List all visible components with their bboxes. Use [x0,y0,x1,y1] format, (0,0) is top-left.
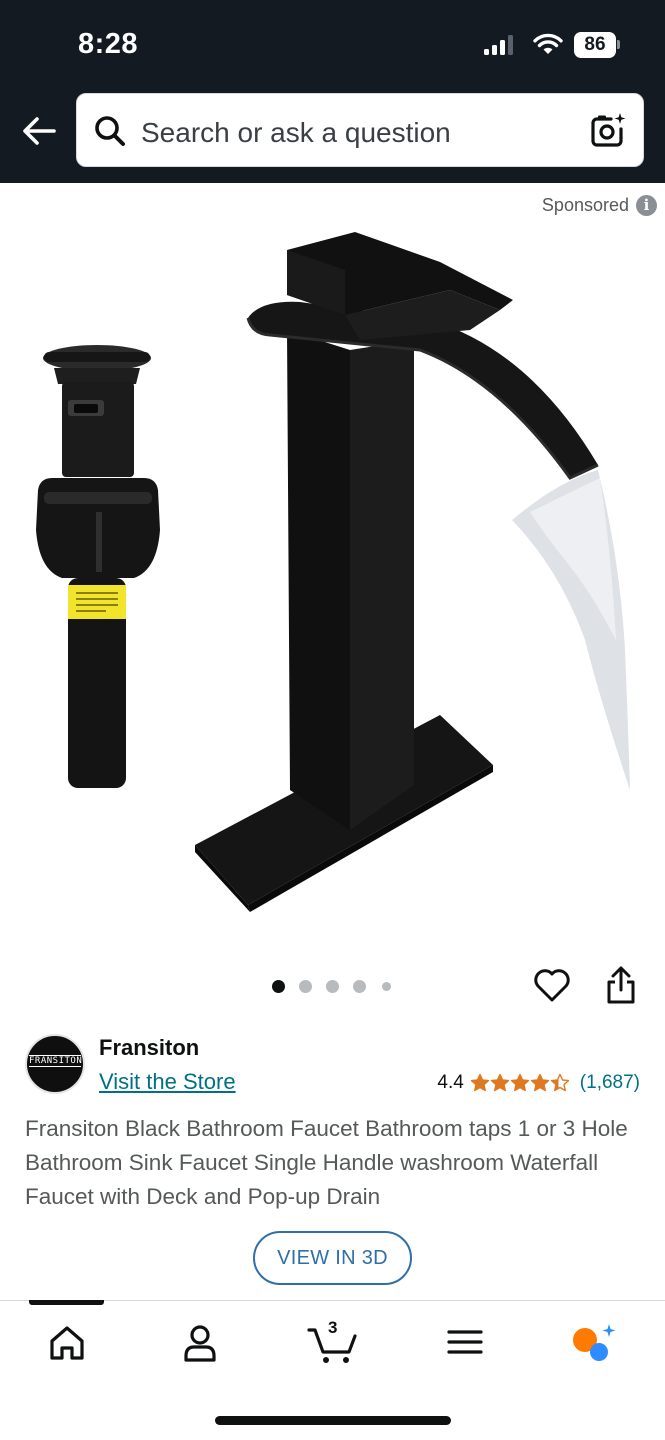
water-stream-image [512,470,630,790]
product-title: Fransiton Black Bathroom Faucet Bathroom… [25,1116,628,1209]
star-icon [550,1073,569,1092]
product-page: 8:28 86 Search or ask a question Sponsor… [0,0,665,1440]
carousel-dot[interactable] [326,980,339,993]
account-icon[interactable] [170,1318,230,1366]
info-icon[interactable]: i [636,195,657,216]
star-icon [530,1073,549,1092]
product-image[interactable] [0,215,665,950]
heart-icon[interactable] [532,966,572,1004]
active-tab-indicator [29,1300,104,1305]
home-indicator [215,1416,451,1425]
rating-value: 4.4 [437,1072,464,1093]
image-carousel-dots [270,978,400,994]
battery-tip [617,40,620,49]
visit-store-link[interactable]: Visit the Store [99,1069,236,1095]
carousel-dot[interactable] [272,980,285,993]
faucet-image [195,232,599,912]
battery-icon: 86 [574,32,616,58]
home-icon[interactable] [37,1318,97,1366]
status-icons: 86 [482,30,622,60]
rating-summary[interactable]: 4.4 (1,687) [437,1072,640,1094]
star-icon [510,1073,529,1092]
search-icon [95,116,125,146]
rufus-icon[interactable] [567,1318,627,1366]
menu-icon[interactable] [435,1318,495,1366]
sponsored-label: Sponsored [541,195,629,215]
search-input[interactable]: Search or ask a question [76,93,644,167]
brand-name: Fransiton [99,1035,200,1060]
app-header: 8:28 86 Search or ask a question [0,0,665,183]
popup-drain-image [36,345,160,788]
status-time: 8:28 [78,28,139,60]
carousel-dot[interactable] [382,982,391,991]
view-in-3d-button[interactable]: VIEW IN 3D [253,1231,412,1285]
star-rating [470,1073,570,1093]
camera-search-icon[interactable] [587,111,627,151]
brand-logo-text: FRANSITON [29,1055,83,1067]
star-icon [470,1073,489,1092]
cart-count-badge: 3 [328,1318,338,1337]
rating-count[interactable]: (1,687) [580,1072,640,1094]
brand-logo[interactable]: FRANSITON [25,1034,85,1094]
signal-icon [484,35,513,55]
carousel-dot[interactable] [299,980,312,993]
carousel-dot[interactable] [353,980,366,993]
share-icon[interactable] [603,964,639,1006]
star-icon [490,1073,509,1092]
back-arrow-icon[interactable] [18,110,60,152]
wifi-icon [533,33,563,54]
search-placeholder: Search or ask a question [141,117,451,148]
